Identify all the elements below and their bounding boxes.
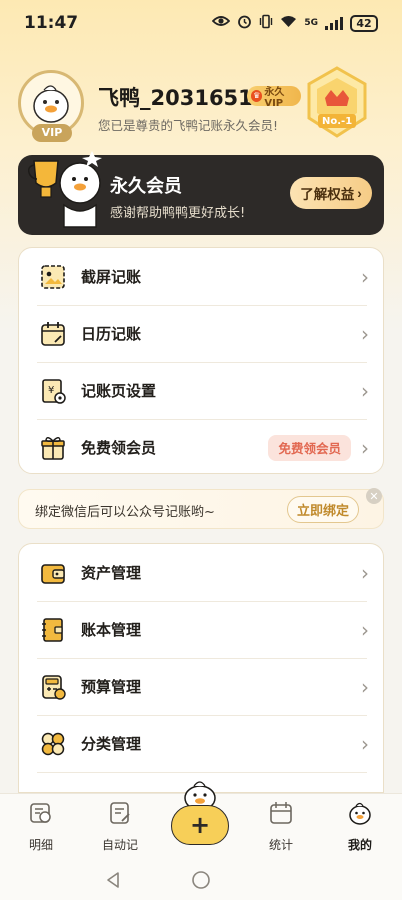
management-menu-card: 资产管理 › 账本管理 › 预算管理 › 分类管理 › xyxy=(18,543,384,793)
rank-medal[interactable]: No.-1 xyxy=(305,66,369,142)
nav-label: 我的 xyxy=(347,838,372,852)
chevron-right-icon: › xyxy=(361,560,369,585)
chevron-right-icon: › xyxy=(361,617,369,642)
trophy-duck-icon xyxy=(27,151,102,228)
free-vip-pill: 免费领会员 xyxy=(268,434,351,461)
chevron-right-icon: › xyxy=(361,378,369,403)
battery-indicator: 42 xyxy=(350,14,378,32)
username: 飞鸭_2031651 xyxy=(98,86,253,110)
chevron-right-icon: › xyxy=(361,435,369,460)
menu-item-categories[interactable]: 分类管理 › xyxy=(19,715,385,772)
nav-label: 自动记 xyxy=(101,838,138,852)
permanent-vip-badge: ♛ 永久VIP xyxy=(247,86,301,109)
network-type: 5G xyxy=(304,18,318,28)
learn-benefits-button[interactable]: 了解权益 › xyxy=(290,177,372,209)
menu-item-screenshot[interactable]: 截屏记账 › xyxy=(19,248,385,305)
menu-item-assets[interactable]: 资产管理 › xyxy=(19,544,385,601)
membership-card[interactable]: 永久会员 感谢帮助鸭鸭更好成长! 了解权益 › xyxy=(18,151,384,235)
signal-icon xyxy=(325,16,343,30)
feature-menu-card: 截屏记账 › 日历记账 › ¥ 记账页设置 › 免费领会员 免费领会员 › xyxy=(18,247,384,474)
menu-item-label: 截屏记账 xyxy=(81,268,142,286)
ledger-icon xyxy=(42,617,63,642)
membership-title: 永久会员 xyxy=(110,176,182,197)
chevron-right-icon: › xyxy=(357,185,362,201)
menu-item-calendar[interactable]: 日历记账 › xyxy=(19,305,385,362)
medal-icon xyxy=(307,66,367,138)
wechat-bind-text: 绑定微信后可以公众号记账哟~ xyxy=(35,505,215,520)
menu-item-label: 账本管理 xyxy=(81,621,142,639)
home-icon[interactable] xyxy=(191,870,211,890)
vibrate-icon xyxy=(259,14,273,33)
menu-item-label: 免费领会员 xyxy=(81,439,157,457)
wifi-icon xyxy=(280,15,297,32)
nav-statistics[interactable]: 统计 xyxy=(251,800,311,853)
nav-details[interactable]: 明细 xyxy=(11,800,71,853)
menu-item-free-vip[interactable]: 免费领会员 免费领会员 › xyxy=(19,419,385,476)
medal-rank: No.-1 xyxy=(322,116,353,127)
menu-item-ledgers[interactable]: 账本管理 › xyxy=(19,601,385,658)
chevron-right-icon: › xyxy=(361,264,369,289)
system-navigation-bar xyxy=(0,859,402,900)
alarm-icon xyxy=(237,14,252,33)
svg-text:¥: ¥ xyxy=(48,385,54,396)
chevron-right-icon: › xyxy=(361,674,369,699)
duck-profile-icon xyxy=(349,802,371,825)
statistics-icon xyxy=(270,802,292,824)
vip-subtitle: 您已是尊贵的飞鸭记账永久会员! xyxy=(98,118,279,133)
vip-badge-label: 永久VIP xyxy=(264,87,285,109)
learn-benefits-label: 了解权益 xyxy=(300,187,355,202)
duck-avatar-icon xyxy=(33,85,69,123)
chevron-right-icon: › xyxy=(361,731,369,756)
chevron-right-icon: › xyxy=(361,321,369,346)
menu-item-label: 资产管理 xyxy=(81,564,142,582)
screenshot-icon xyxy=(41,264,65,289)
back-icon[interactable] xyxy=(105,871,121,889)
close-icon[interactable]: ✕ xyxy=(366,488,382,504)
eye-icon xyxy=(212,15,231,31)
menu-item-page-settings[interactable]: ¥ 记账页设置 › xyxy=(19,362,385,419)
clock: 11:47 xyxy=(24,13,79,33)
wechat-bind-banner: 绑定微信后可以公众号记账哟~ 立即绑定 xyxy=(18,489,384,529)
nav-label: 明细 xyxy=(28,838,53,852)
menu-item-label: 记账页设置 xyxy=(81,382,157,400)
status-bar: 11:47 5G 42 xyxy=(0,0,402,46)
nav-auto-record[interactable]: 自动记 xyxy=(90,800,150,853)
add-record-button[interactable]: + xyxy=(171,805,229,845)
menu-item-label: 日历记账 xyxy=(81,325,142,343)
details-icon xyxy=(30,803,51,823)
calculator-icon xyxy=(42,674,66,700)
divider xyxy=(37,772,367,773)
menu-item-budget[interactable]: 预算管理 › xyxy=(19,658,385,715)
menu-item-label: 预算管理 xyxy=(81,678,142,696)
calendar-icon xyxy=(41,321,65,346)
auto-record-icon xyxy=(110,802,130,824)
category-icon xyxy=(41,732,65,755)
avatar-vip-tag: VIP xyxy=(32,124,72,142)
gift-icon xyxy=(41,436,65,460)
menu-item-label: 分类管理 xyxy=(81,735,142,753)
bind-now-button[interactable]: 立即绑定 xyxy=(287,496,359,523)
status-icons: 5G 42 xyxy=(212,14,378,33)
membership-description: 感谢帮助鸭鸭更好成长! xyxy=(110,206,246,221)
crown-icon: ♛ xyxy=(251,90,263,102)
nav-label: 统计 xyxy=(268,838,293,852)
nav-mine[interactable]: 我的 xyxy=(330,800,390,853)
wallet-icon xyxy=(41,563,65,584)
settings-page-icon: ¥ xyxy=(42,378,66,404)
